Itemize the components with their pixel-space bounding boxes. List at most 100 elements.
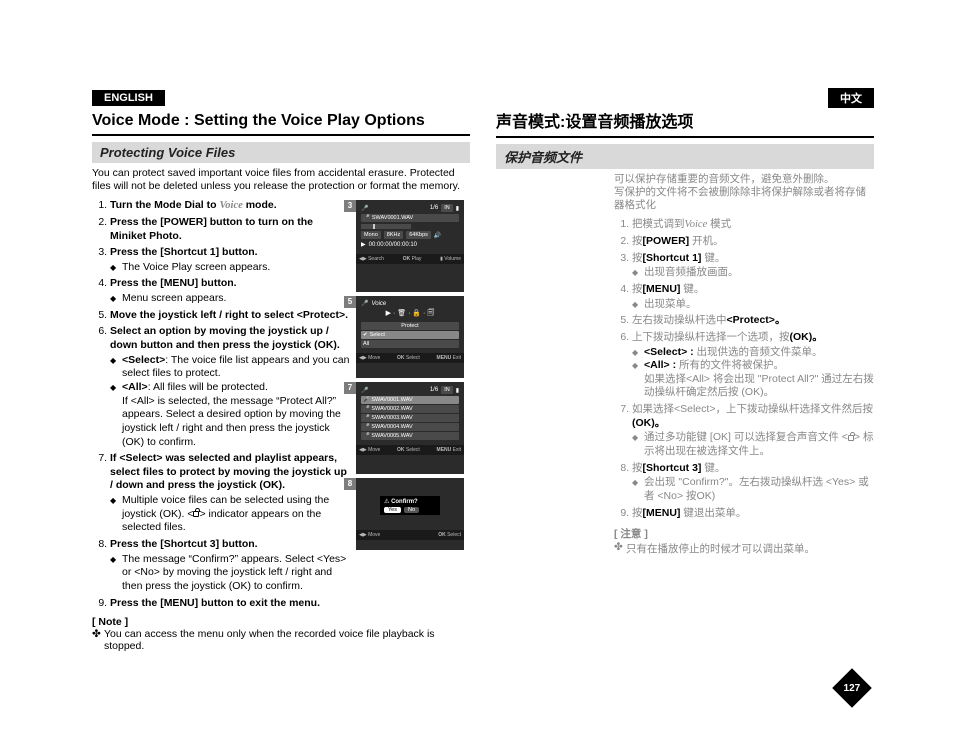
mic-icon: 🎤 [363, 424, 370, 430]
chip-mono: Mono [361, 231, 381, 239]
figure-badge: 3 [344, 200, 356, 212]
section-heading-chinese: 保护音频文件 [496, 144, 874, 169]
counter: 1/6 [430, 387, 438, 393]
chip-khz: 8KHz [384, 231, 403, 239]
file-name: SWAV0001.WAV [371, 397, 412, 403]
key-label: (OK)。 [632, 417, 665, 429]
file-name: SWAV0003.WAV [371, 415, 412, 421]
lang-tab-english: ENGLISH [92, 90, 165, 106]
lang-tab-chinese: 中文 [828, 88, 874, 108]
mic-icon: 🎤 [361, 300, 368, 307]
lock-icon [193, 511, 199, 517]
hint-select: Select [406, 355, 420, 361]
hint-move: Move [368, 532, 380, 538]
option-label: <Select> : [644, 346, 694, 358]
title-english: Voice Mode : Setting the Voice Play Opti… [92, 110, 470, 136]
figure-footer: ◀▶ Move OK Select MENU Exit [356, 353, 464, 363]
mode-name: Voice [219, 200, 242, 211]
substep-text: 出现菜单。 [632, 298, 874, 312]
step-text: mode. [243, 199, 277, 211]
option-text: 出现供选的音频文件菜单。 [694, 346, 823, 358]
step-text: Turn the Mode Dial to [110, 199, 219, 211]
hint-ok: OK [397, 355, 405, 361]
key-label: (OK)。 [790, 331, 823, 343]
step-text: 键退出菜单。 [680, 507, 746, 519]
key-label: [POWER] [643, 235, 690, 247]
step-text: 把模式调到 [632, 218, 685, 230]
confirm-text: Confirm? [391, 499, 418, 505]
substep-text: 出现音频播放画面。 [632, 266, 874, 280]
figure-badge: 7 [344, 382, 356, 394]
storage-chip: IN [441, 204, 453, 212]
menu-all: All [361, 340, 459, 348]
counter: 1/6 [430, 205, 438, 211]
substep-text: The Voice Play screen appears. [110, 261, 350, 275]
step-text: 按 [632, 462, 643, 474]
step-text: Select an option by moving the joystick … [110, 325, 340, 351]
file-name: SWAV0001.WAV [372, 215, 413, 221]
step-text: 上下拨动操纵杆选择一个选项，按 [632, 331, 790, 343]
step-text: 按 [632, 252, 643, 264]
time-display: 00:00:00/00:00:10 [369, 242, 417, 248]
mic-icon: 🎤 [363, 406, 370, 412]
figure-8: 8 ⚠ Confirm? YesNo ◀▶ Move OK Select [356, 478, 464, 550]
page-number: 127 [838, 674, 866, 702]
step-text: 按 [632, 283, 643, 295]
option-text: : All files will be protected. [148, 381, 268, 393]
option-label: <All> : [644, 359, 676, 371]
figure-badge: 5 [344, 296, 356, 308]
key-label: [MENU] [643, 507, 681, 519]
hint-ok: OK [438, 532, 446, 538]
figure-strip: 3 🎤1/6IN▮ 🎤SWAV0001.WAV Mono8KHz64Kbps🔊 … [356, 200, 464, 550]
figure-3: 3 🎤1/6IN▮ 🎤SWAV0001.WAV Mono8KHz64Kbps🔊 … [356, 200, 464, 292]
speaker-icon: 🔊 [434, 232, 441, 239]
page: ENGLISH Voice Mode : Setting the Voice P… [0, 0, 954, 676]
step-text: Press the [MENU] button to exit the menu… [110, 597, 320, 609]
mode-name: Voice [685, 219, 708, 230]
option-label: <Select> [122, 354, 165, 366]
hint-exit: Exit [453, 355, 461, 361]
chip-bitrate: 64Kbps [406, 231, 431, 239]
hint-menu: MENU [437, 355, 452, 361]
battery-icon: ▮ [456, 205, 459, 212]
figure-footer: ◀▶ Move OK Select [356, 530, 464, 540]
menu-select: Select [370, 332, 385, 338]
option-extra: If <All> is selected, the message “Prote… [122, 395, 341, 448]
note-heading: [ Note ] [92, 616, 470, 628]
step-text: 键。 [701, 462, 725, 474]
option-text: 所有的文件将被保护。 [676, 359, 784, 371]
mic-icon: 🎤 [363, 397, 370, 403]
step-text: Press the [Shortcut 1] button. [110, 246, 258, 258]
progress-bar [361, 224, 411, 229]
hint-search: Search [368, 256, 384, 262]
note-body-cn: 只有在播放停止的时候才可以调出菜单。 [614, 541, 874, 556]
mic-icon: 🎤 [361, 205, 368, 212]
hint-exit: Exit [453, 447, 461, 453]
mic-icon: 🎤 [363, 215, 370, 221]
hint-move: Move [368, 355, 380, 361]
page-number-value: 127 [844, 683, 861, 694]
lock-icon [848, 435, 854, 441]
storage-chip: IN [441, 386, 453, 394]
hint-volume: Volume [444, 256, 461, 262]
step-text: 按 [632, 507, 643, 519]
step-text: 左右拨动操纵杆选中 [632, 314, 727, 326]
option-extra: 如果选择<All> 将会出现 "Protect All?" 通过左右拨动操纵杆确… [644, 373, 874, 399]
hint-select: Select [447, 532, 461, 538]
substep-text: The message “Confirm?” appears. Select <… [110, 553, 350, 594]
hint-ok: OK [397, 447, 405, 453]
file-name: SWAV0005.WAV [371, 433, 412, 439]
step-text: 键。 [701, 252, 725, 264]
figure-5: 5 🎤Voice ▶ · 🗑 · 🔒 · 🗐 Protect ✔Select A… [356, 296, 464, 378]
warning-icon: ⚠ [384, 499, 389, 505]
title-chinese: 声音模式:设置音频播放选项 [496, 106, 874, 138]
figure-7: 7 🎤1/6IN▮ 🎤 SWAV0001.WAV 🎤 SWAV0002.WAV … [356, 382, 464, 474]
hint-move: Move [368, 447, 380, 453]
intro-line: 写保护的文件将不会被删除除非将保护解除或者将存储器格式化 [614, 186, 866, 211]
step-text: Press the [Shortcut 3] button. [110, 538, 258, 550]
note-body: You can access the menu only when the re… [92, 628, 470, 652]
substep-text: Menu screen appears. [110, 292, 350, 306]
option-label: <All> [122, 381, 148, 393]
file-name: SWAV0002.WAV [371, 406, 412, 412]
figure-footer: ◀▶ Move OK Select MENU Exit [356, 445, 464, 455]
